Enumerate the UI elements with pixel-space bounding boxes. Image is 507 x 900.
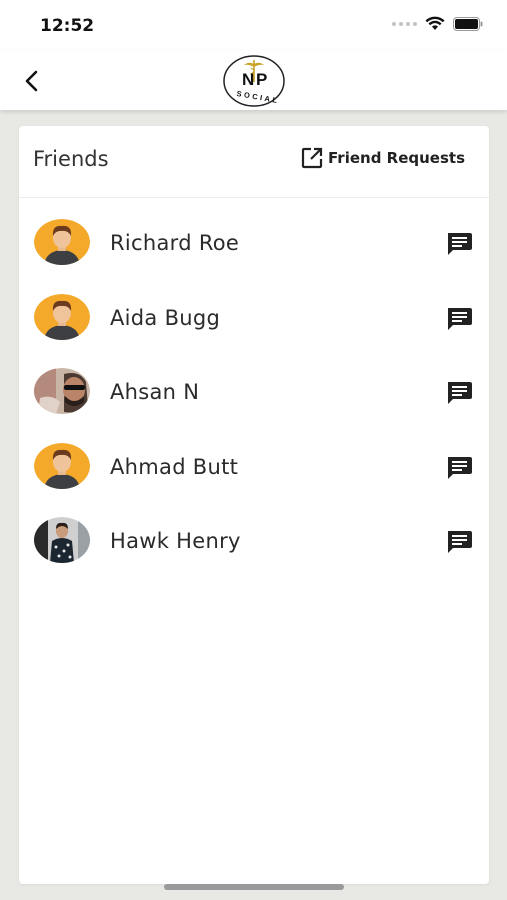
default-avatar-icon — [34, 219, 90, 265]
status-time: 12:52 — [40, 16, 95, 36]
friend-list: Richard Roe Aida Bugg Ahsan N Ahmad Butt… — [19, 206, 489, 579]
battery-icon — [453, 16, 483, 31]
friend-name: Ahmad Butt — [110, 454, 239, 479]
list-item[interactable]: Aida Bugg — [19, 281, 489, 356]
list-item[interactable]: Ahmad Butt — [19, 430, 489, 505]
nav-bar: N P SOCIAL — [0, 50, 507, 110]
signal-icon — [392, 21, 417, 26]
status-bar: 12:52 — [0, 0, 507, 50]
svg-text:P: P — [256, 70, 267, 89]
card-header: Friends Friend Requests — [19, 126, 489, 198]
message-button[interactable] — [443, 379, 475, 407]
friend-name: Ahsan N — [110, 380, 200, 404]
app-logo: N P SOCIAL — [222, 54, 286, 108]
chat-icon — [448, 531, 472, 553]
default-avatar-icon — [34, 293, 90, 340]
photo-avatar — [34, 517, 90, 563]
chat-icon — [448, 456, 472, 479]
friend-name: Hawk Henry — [110, 529, 241, 553]
friend-requests-label: Friend Requests — [328, 149, 465, 167]
page-title: Friends — [33, 147, 109, 171]
chat-icon — [448, 382, 472, 404]
list-item[interactable]: Ahsan N — [19, 355, 489, 430]
message-button[interactable] — [443, 230, 475, 258]
svg-text:N: N — [242, 70, 254, 89]
default-avatar-icon — [34, 442, 90, 489]
list-item[interactable]: Hawk Henry — [19, 504, 489, 579]
friend-name: Aida Bugg — [110, 305, 221, 330]
friend-requests-button[interactable]: Friend Requests — [300, 146, 465, 170]
list-item[interactable]: Richard Roe — [19, 206, 489, 281]
open-external-icon — [301, 147, 323, 169]
friend-name: Richard Roe — [110, 231, 240, 255]
message-button[interactable] — [443, 454, 475, 482]
friends-card: Friends Friend Requests Richard Roe Aida… — [19, 126, 489, 884]
chat-icon — [448, 233, 472, 255]
back-button[interactable] — [14, 64, 48, 98]
message-button[interactable] — [443, 305, 475, 333]
wifi-icon — [425, 16, 445, 30]
chat-icon — [448, 307, 472, 330]
message-button[interactable] — [443, 528, 475, 556]
chevron-left-icon — [25, 70, 38, 92]
home-indicator[interactable] — [164, 884, 344, 890]
photo-avatar — [34, 368, 90, 414]
status-icons — [392, 16, 483, 31]
